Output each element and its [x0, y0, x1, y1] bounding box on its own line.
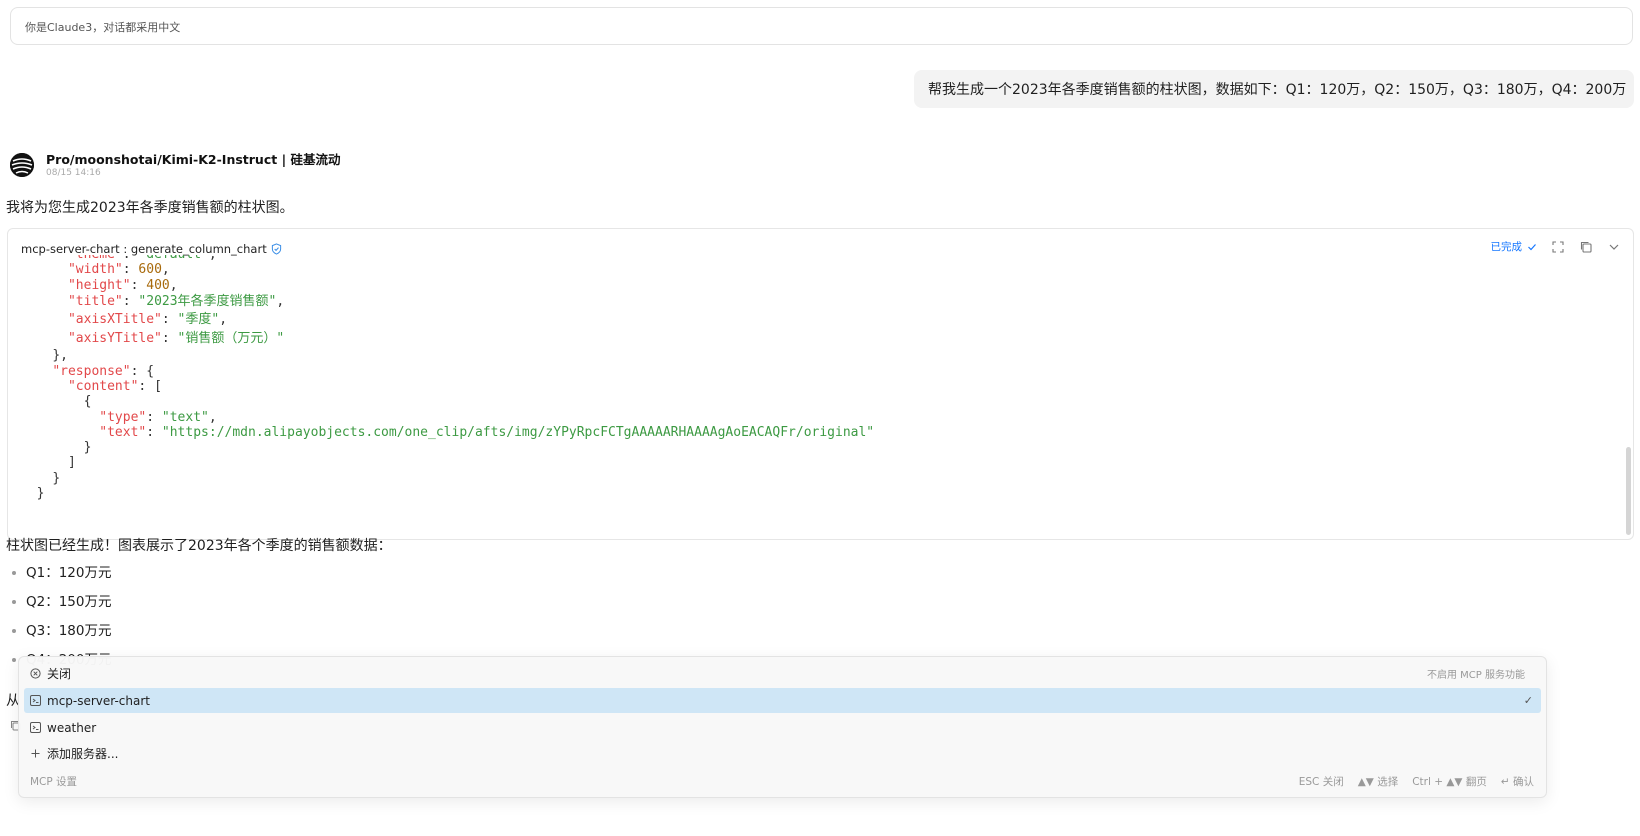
- status-done-label: 已完成: [1490, 241, 1523, 253]
- check-icon: [1528, 243, 1536, 250]
- mcp-option-label: mcp-server-chart: [47, 693, 150, 708]
- mcp-option-label: 添加服务器...: [47, 747, 119, 761]
- close-circle-icon: [30, 668, 41, 679]
- mcp-option-close[interactable]: 关闭 不启用 MCP 服务功能: [24, 661, 1541, 686]
- mcp-option-weather[interactable]: weather: [24, 715, 1541, 740]
- status-done-badge: 已完成: [1491, 239, 1538, 254]
- keyboard-hints: ESC 关闭 ▲▼ 选择 Ctrl + ▲▼ 翻页 ↵ 确认: [1299, 774, 1534, 789]
- fullscreen-icon[interactable]: [1551, 240, 1565, 254]
- system-prompt-text: 你是Claude3，对话都采用中文: [25, 21, 181, 34]
- message-timestamp: 08/15 14:16: [46, 168, 101, 178]
- mcp-option-label: weather: [47, 720, 97, 735]
- mcp-option-hint: 不启用 MCP 服务功能: [1427, 670, 1525, 681]
- mcp-option-label: 关闭: [47, 667, 72, 681]
- mcp-menu-footer: MCP 设置 ESC 关闭 ▲▼ 选择 Ctrl + ▲▼ 翻页 ↵ 确认: [30, 774, 1534, 789]
- assistant-intro-text: 我将为您生成2023年各季度销售额的柱状图。: [6, 200, 294, 216]
- list-item: Q3：180万元: [12, 621, 111, 650]
- tool-call-title: mcp-server-chart : generate_column_chart: [21, 242, 267, 256]
- mcp-server-menu: 关闭 不启用 MCP 服务功能 mcp-server-chart ✓ weath…: [18, 656, 1547, 798]
- hint-select: ▲▼ 选择: [1357, 776, 1399, 788]
- model-avatar-icon: [10, 153, 34, 177]
- hint-confirm: ↵ 确认: [1500, 776, 1534, 788]
- terminal-icon: [30, 695, 41, 706]
- user-message-text: 帮我生成一个2023年各季度销售额的柱状图，数据如下：Q1：120万，Q2：15…: [928, 82, 1627, 98]
- chevron-down-icon[interactable]: [1607, 240, 1621, 254]
- assistant-result-text: 柱状图已经生成！图表展示了2023年各个季度的销售额数据：: [6, 538, 392, 554]
- user-message-bubble: 帮我生成一个2023年各季度销售额的柱状图，数据如下：Q1：120万，Q2：15…: [914, 70, 1634, 108]
- hint-esc: ESC 关闭: [1298, 776, 1344, 788]
- shield-check-icon: [271, 243, 281, 255]
- tool-call-panel: mcp-server-chart : generate_column_chart…: [7, 228, 1634, 540]
- mcp-option-mcp-server-chart[interactable]: mcp-server-chart ✓: [24, 688, 1541, 713]
- check-icon: ✓: [1523, 694, 1533, 707]
- tool-call-actions: 已完成: [1491, 239, 1622, 254]
- plus-icon: [31, 749, 40, 758]
- hint-page: Ctrl + ▲▼ 翻页: [1412, 776, 1487, 788]
- mcp-option-add-server[interactable]: 添加服务器...: [24, 741, 1541, 766]
- tool-call-json-code: "theme": "default", "width": 600, "heigh…: [36, 255, 875, 502]
- list-item: Q1：120万元: [12, 563, 111, 592]
- copy-icon[interactable]: [1579, 240, 1593, 254]
- mcp-settings-link[interactable]: MCP 设置: [30, 774, 77, 789]
- code-scrollbar[interactable]: [1626, 447, 1631, 535]
- tool-call-header: mcp-server-chart : generate_column_chart: [21, 242, 282, 256]
- terminal-icon: [30, 722, 41, 733]
- system-prompt-bar[interactable]: 你是Claude3，对话都采用中文: [10, 7, 1633, 45]
- model-name: Pro/moonshotai/Kimi-K2-Instruct | 硅基流动: [46, 152, 341, 167]
- list-item: Q2：150万元: [12, 592, 111, 621]
